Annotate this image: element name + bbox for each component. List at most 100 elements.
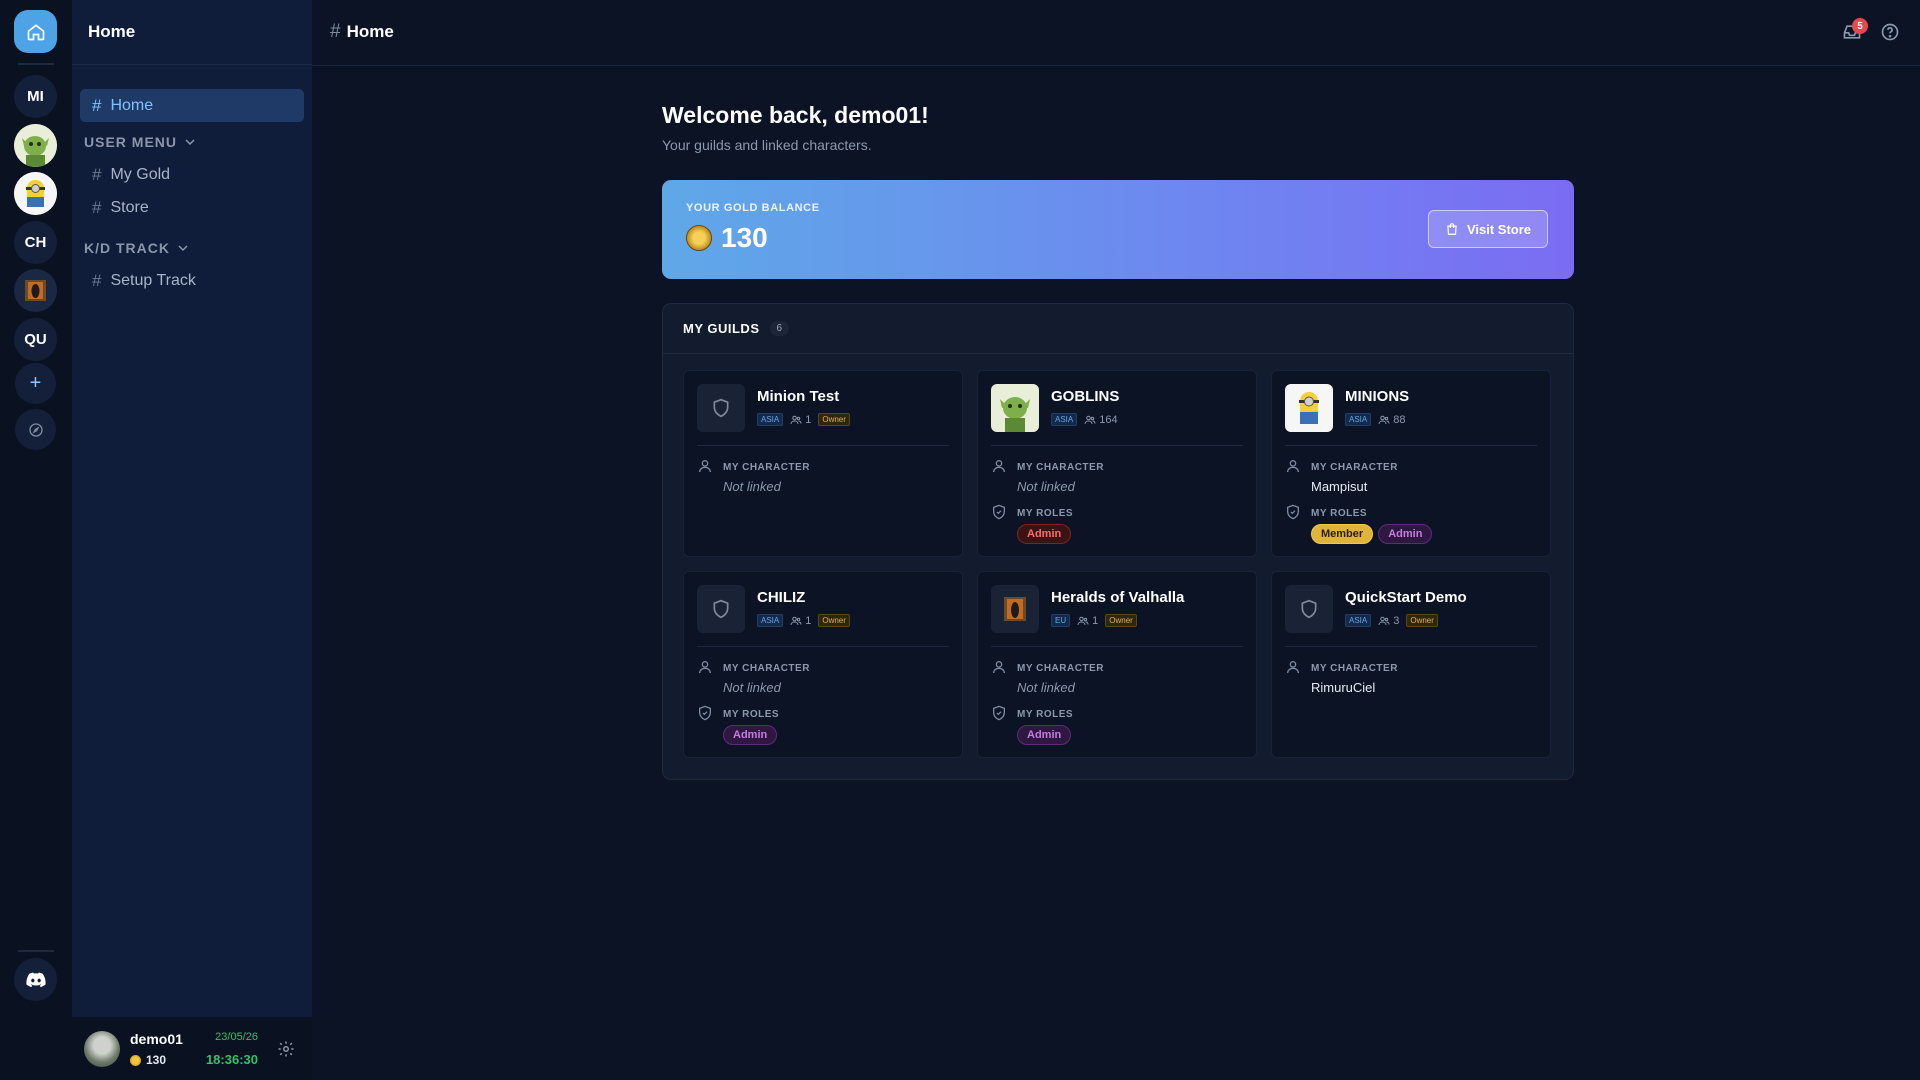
visit-store-label: Visit Store [1466,221,1532,237]
minion-avatar-icon [14,172,57,215]
card-divider [1285,445,1537,446]
my-character-label: MY CHARACTER [1017,462,1104,473]
home-button[interactable] [14,10,57,53]
card-divider [991,646,1243,647]
server-minions-button[interactable] [14,172,57,215]
guild-icon [1285,384,1333,432]
owner-tag: Owner [818,413,850,426]
owner-tag: Owner [1406,614,1438,627]
roles-list: Admin [723,725,778,745]
user-time: 18:36:30 [205,1052,258,1067]
my-guilds-count: 6 [769,321,790,336]
my-character-label: MY CHARACTER [1311,663,1398,674]
section-user-menu[interactable]: USER MENU [84,134,195,150]
server-ch-button[interactable]: CH [14,221,57,264]
guild-icon [991,384,1039,432]
section-kd-track[interactable]: K/D TRACK [84,240,188,256]
add-server-button[interactable]: + [15,363,56,404]
guild-meta: EU 1 Owner [1051,614,1137,627]
explore-button[interactable] [15,409,56,450]
guild-name: CHILIZ [757,589,806,606]
guild-card[interactable]: MINIONS ASIA 88 MY CHARACTER Mampisut MY ROLE… [1271,370,1551,557]
card-divider [697,646,949,647]
region-tag: ASIA [1051,413,1078,426]
my-character-label: MY CHARACTER [723,462,810,473]
my-roles-label: MY ROLES [723,709,780,720]
shield-icon [713,398,729,418]
user-panel: demo01 130 23/05/26 18:36:30 [72,1017,312,1080]
my-roles-label: MY ROLES [1017,709,1074,720]
server-ch-label: CH [24,234,47,251]
guild-icon [697,384,745,432]
my-character-label: MY CHARACTER [1017,663,1104,674]
region-tag: EU [1051,614,1071,627]
shield-check-icon [993,504,1005,520]
user-icon [699,460,711,473]
welcome-heading: Welcome back, demo01! [662,102,929,128]
hash-icon: # [330,21,341,42]
members-icon [790,415,802,424]
hash-icon: # [92,270,102,290]
guild-card[interactable]: QuickStart Demo ASIA 3 Owner MY CHARACTER Rim… [1271,571,1551,758]
my-character-value: Not linked [1017,479,1075,494]
gold-balance-value: 130 [686,222,768,254]
notification-badge: 5 [1852,18,1868,34]
region-tag: ASIA [757,614,784,627]
member-count: 1 [1077,615,1098,627]
shield-check-icon [993,705,1005,721]
my-character-value: Not linked [723,479,781,494]
guild-card[interactable]: Heralds of Valhalla EU 1 Owner MY CHARACTER N… [977,571,1257,758]
user-icon [1287,661,1299,674]
goblin-guild-icon [991,384,1039,432]
guild-name: GOBLINS [1051,388,1120,405]
server-goblins-button[interactable] [14,124,57,167]
role-badge: Admin [1378,524,1433,544]
shield-check-icon [1287,504,1299,520]
roles-list: Member Admin [1311,524,1433,544]
guild-card[interactable]: CHILIZ ASIA 1 Owner MY CHARACTER Not linked MY… [683,571,963,758]
valhalla-guild-icon [991,585,1039,633]
server-mi-button[interactable]: MI [14,75,57,118]
my-character-value: RimuruCiel [1311,680,1376,695]
my-character-label: MY CHARACTER [1311,462,1398,473]
nav-home[interactable]: # Home [80,89,304,122]
guild-meta: ASIA 164 [1051,413,1118,426]
chevron-down-icon [178,245,188,252]
guild-name: MINIONS [1345,388,1410,405]
gold-balance-label: YOUR GOLD BALANCE [686,202,820,214]
server-valhalla-button[interactable] [14,269,57,312]
guild-icon [697,585,745,633]
nav-my-gold[interactable]: # My Gold [80,158,304,191]
nav-setup-track[interactable]: # Setup Track [80,264,304,297]
card-divider [697,445,949,446]
avatar[interactable] [84,1031,120,1067]
card-divider [991,445,1243,446]
my-character-value: Not linked [1017,680,1075,695]
guild-card[interactable]: Minion Test ASIA 1 Owner MY CHARACTER Not lin… [683,370,963,557]
member-count-value: 164 [1099,413,1118,426]
discord-button[interactable] [14,958,57,1001]
card-divider [1285,646,1537,647]
user-gold: 130 [130,1053,166,1067]
top-bar: # Home 5 [312,0,1920,66]
gear-icon[interactable] [277,1040,295,1058]
members-icon [1077,616,1089,625]
role-badge: Admin [723,725,778,745]
visit-store-button[interactable]: Visit Store [1428,210,1548,248]
my-character-label: MY CHARACTER [723,663,810,674]
guild-name: Heralds of Valhalla [1051,589,1185,606]
nav-store-label: Store [110,198,149,216]
section-user-menu-label: USER MENU [84,134,178,150]
region-tag: ASIA [1345,413,1372,426]
members-icon [790,616,802,625]
my-guilds-header: MY GUILDS 6 [663,304,1573,354]
user-icon [993,460,1005,473]
member-count: 88 [1378,414,1405,426]
guild-meta: ASIA 3 Owner [1345,614,1438,627]
guild-card[interactable]: GOBLINS ASIA 164 MY CHARACTER Not linked MY R… [977,370,1257,557]
member-count-value: 1 [805,413,812,426]
nav-store[interactable]: # Store [80,191,304,224]
help-icon[interactable] [1880,22,1900,42]
server-qu-button[interactable]: QU [14,318,57,361]
my-character-value: Not linked [723,680,781,695]
